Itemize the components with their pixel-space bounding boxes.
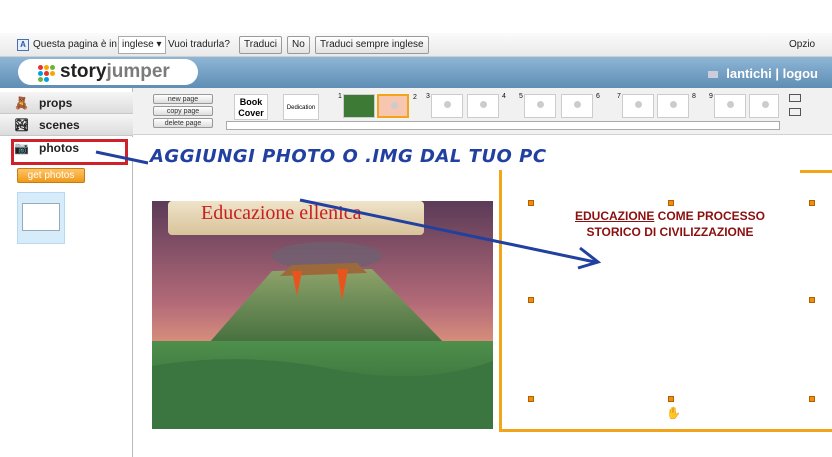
left-page-title: Educazione ellenica: [201, 202, 362, 224]
storyjumper-logo[interactable]: storyjumper: [18, 59, 198, 85]
copy-page-button[interactable]: copy page: [153, 106, 213, 116]
right-text-line2: STORICO DI CIVILIZZAZIONE: [586, 225, 754, 239]
language-select[interactable]: inglese ▾: [118, 36, 166, 54]
page-num-7: 7: [617, 93, 621, 100]
page-thumb-4[interactable]: 4: [467, 93, 506, 118]
resize-handle-tr[interactable]: [809, 200, 815, 206]
resize-handle-ml[interactable]: [528, 297, 534, 303]
translate-bar: A Questa pagina è in inglese ▾ Vuoi trad…: [0, 33, 832, 57]
page-num-9: 9: [709, 93, 713, 100]
photos-highlight: [11, 139, 128, 165]
left-page-scene[interactable]: Educazione ellenica: [152, 201, 493, 429]
page-thumb-2[interactable]: 2: [377, 94, 417, 118]
right-text-underlined: EDUCAZIONE: [574, 209, 655, 223]
get-photos-button[interactable]: get photos: [17, 168, 85, 183]
volcano-scene-image: [152, 201, 493, 429]
mail-icon[interactable]: [708, 71, 719, 78]
page-thumb-5[interactable]: 5: [519, 93, 556, 118]
annotation-text: AGGIUNGI PHOTO O .IMG DAL TUO PC: [150, 146, 547, 167]
translate-question: Vuoi tradurla?: [168, 39, 230, 50]
page-thumb-10[interactable]: [749, 94, 779, 118]
always-translate-button[interactable]: Traduci sempre inglese: [315, 36, 429, 54]
right-page-textbox[interactable]: EDUCAZIONE COME PROCESSO STORICO DI CIVI…: [550, 208, 790, 240]
resize-handle-bl[interactable]: [528, 396, 534, 402]
options-link[interactable]: Opzio: [789, 39, 815, 50]
translate-prefix: Questa pagina è in: [33, 39, 117, 50]
dedication-thumb[interactable]: Dedication: [283, 94, 319, 120]
page-thumb-3[interactable]: 3: [426, 93, 463, 118]
photo-thumbnail[interactable]: [17, 192, 65, 244]
title-scroll-banner: Educazione ellenica: [168, 201, 424, 235]
page-scrollbar[interactable]: [226, 121, 780, 130]
resize-handle-bm[interactable]: [668, 396, 674, 402]
resize-handle-tm[interactable]: [668, 200, 674, 206]
props-icon: 🧸: [14, 96, 29, 110]
page-thumb-1[interactable]: 1: [338, 93, 375, 118]
user-text[interactable]: lantichi | logou: [726, 66, 818, 81]
screen: A Questa pagina è in inglese ▾ Vuoi trad…: [0, 0, 832, 457]
delete-page-button[interactable]: delete page: [153, 118, 213, 128]
language-value: inglese: [122, 39, 154, 50]
page-num-4: 4: [502, 93, 506, 100]
view-mode-icons[interactable]: [789, 94, 803, 120]
translate-button[interactable]: Traduci: [239, 36, 282, 54]
page-toolbar: new page copy page delete page Book Cove…: [133, 88, 832, 135]
page-num-1: 1: [338, 93, 342, 100]
right-text-line1: COME PROCESSO: [654, 209, 766, 223]
no-button[interactable]: No: [287, 36, 310, 54]
logo-dots-icon: [38, 65, 55, 82]
single-page-icon[interactable]: [789, 94, 801, 102]
resize-handle-br[interactable]: [809, 396, 815, 402]
page-thumb-6[interactable]: 6: [561, 93, 600, 118]
page-num-3: 3: [426, 93, 430, 100]
new-page-button[interactable]: new page: [153, 94, 213, 104]
page-num-5: 5: [519, 93, 523, 100]
book-cover-thumb[interactable]: Book Cover: [234, 94, 268, 120]
page-thumb-7[interactable]: 7: [617, 93, 654, 118]
tab-props-label: props: [39, 96, 73, 110]
resize-handle-tl[interactable]: [528, 200, 534, 206]
spread-page-icon[interactable]: [789, 108, 801, 116]
logo-story: story: [60, 61, 107, 82]
tab-scenes-label: scenes: [39, 118, 80, 132]
page-thumb-8[interactable]: 8: [657, 93, 696, 118]
tab-props[interactable]: 🧸 props: [0, 92, 133, 114]
user-links[interactable]: lantichi | logou: [708, 66, 818, 81]
scenes-icon: 🏞: [14, 118, 30, 132]
hand-cursor-icon: ✋: [666, 406, 681, 420]
right-page-top-border: [800, 170, 832, 173]
logo-jumper: jumper: [106, 61, 170, 82]
tab-scenes[interactable]: 🏞 scenes: [0, 114, 133, 136]
left-panel: 🧸 props 🏞 scenes 📷 photos get photos: [0, 88, 133, 457]
page-num-6: 6: [596, 93, 600, 100]
translate-icon: A: [17, 39, 29, 51]
page-num-8: 8: [692, 93, 696, 100]
resize-handle-mr[interactable]: [809, 297, 815, 303]
site-header: storyjumper lantichi | logou: [0, 57, 832, 88]
page-thumb-9[interactable]: 9: [709, 93, 746, 118]
photo-thumbnail-image: [22, 203, 60, 231]
page-num-2: 2: [413, 94, 417, 101]
